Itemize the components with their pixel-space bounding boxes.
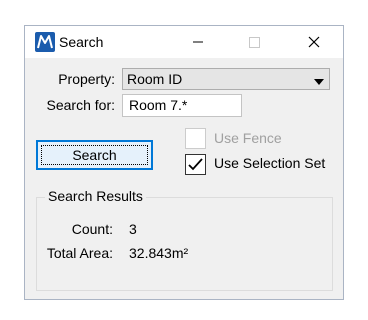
property-label: Property: bbox=[58, 71, 115, 87]
maximize-button bbox=[231, 26, 277, 58]
total-area-label: Total Area: bbox=[46, 245, 113, 261]
window-title: Search bbox=[59, 34, 104, 50]
use-selection-set-checkbox[interactable] bbox=[185, 154, 206, 175]
search-button[interactable]: Search bbox=[36, 140, 153, 170]
use-fence-checkbox[interactable] bbox=[185, 128, 206, 149]
focus-rectangle bbox=[41, 145, 148, 165]
count-value: 3 bbox=[129, 221, 137, 237]
count-label: Count: bbox=[71, 221, 113, 237]
close-icon bbox=[308, 36, 320, 48]
close-button[interactable] bbox=[291, 26, 337, 58]
use-fence-label: Use Fence bbox=[214, 130, 282, 146]
property-dropdown-value: Room ID bbox=[127, 71, 183, 87]
search-results-heading: Search Results bbox=[45, 188, 146, 204]
dropdown-arrow-icon bbox=[313, 74, 325, 92]
checkmark-icon bbox=[188, 158, 203, 171]
property-dropdown[interactable]: Room ID bbox=[122, 68, 330, 90]
microstation-m-icon bbox=[35, 32, 55, 52]
search-results-group bbox=[36, 197, 333, 291]
maximize-icon bbox=[249, 37, 260, 48]
use-selection-set-label: Use Selection Set bbox=[214, 155, 326, 171]
title-bar[interactable]: Search bbox=[25, 26, 343, 58]
search-for-input[interactable]: Room 7.* bbox=[122, 94, 242, 117]
search-dialog: Search Property: Room ID Search for: Roo… bbox=[24, 25, 344, 300]
total-area-value: 32.843m² bbox=[129, 245, 189, 261]
minimize-button[interactable] bbox=[175, 26, 221, 58]
search-for-label: Search for: bbox=[46, 97, 115, 113]
minimize-icon bbox=[193, 41, 203, 43]
